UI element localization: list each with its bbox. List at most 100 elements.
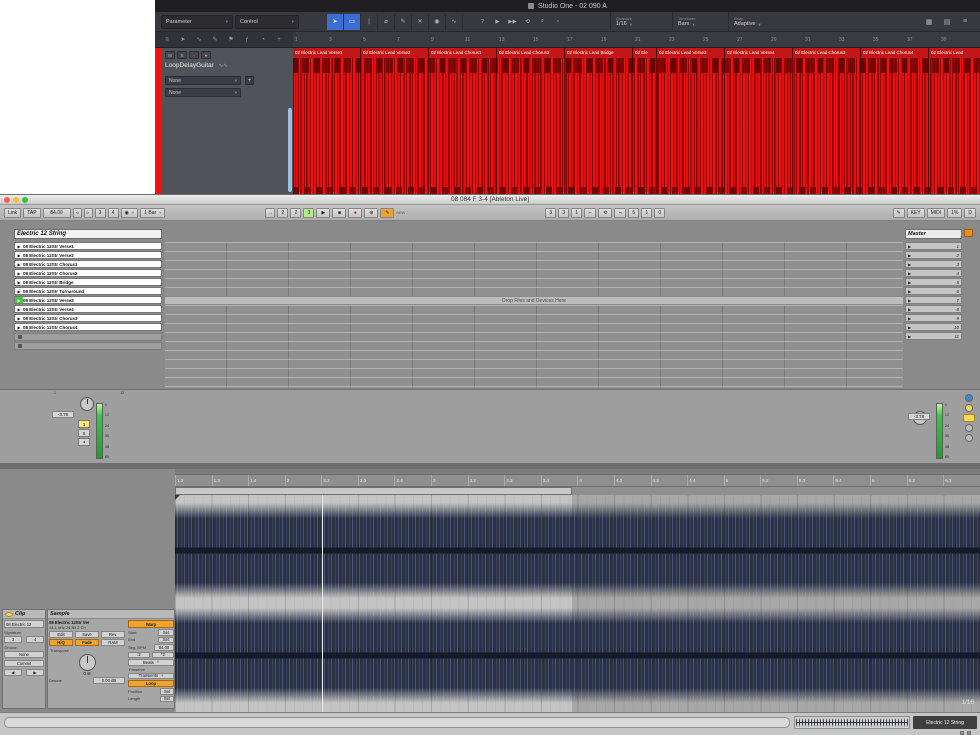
key-map-button[interactable]: KEY bbox=[907, 208, 925, 218]
add-insert-button[interactable]: + bbox=[245, 76, 254, 85]
stop-button[interactable]: ■ bbox=[332, 208, 346, 218]
crossfader-handle[interactable] bbox=[963, 414, 975, 422]
track-title[interactable]: Electric 12 String bbox=[14, 229, 162, 239]
arrangement-clip[interactable]: 02 Electric Lead Chorus3 bbox=[793, 48, 861, 195]
clip-launch-icon[interactable]: ▶ bbox=[15, 244, 23, 249]
arrangement-clip[interactable]: 02 Ele bbox=[633, 48, 657, 195]
tool-icon[interactable]: ➤ bbox=[327, 14, 344, 30]
nudge-down-icon[interactable]: ◃ bbox=[73, 208, 82, 218]
scene-launch-icon[interactable]: ▶ bbox=[908, 325, 911, 330]
record-button[interactable]: ● bbox=[348, 208, 362, 218]
arrangement-position-sixteenths[interactable]: 3 bbox=[303, 208, 314, 218]
clip-launch-icon[interactable]: ▶ bbox=[15, 325, 23, 330]
edit-strip-icon[interactable]: ◔ bbox=[255, 37, 271, 43]
track-name[interactable]: LoopDelayGuitar bbox=[165, 62, 214, 69]
edit-strip-icon[interactable]: ➤ bbox=[175, 36, 191, 43]
time-signature-numerator[interactable]: 3 bbox=[95, 208, 106, 218]
half-tempo-button[interactable]: :2 bbox=[128, 652, 150, 659]
length-set-button[interactable]: Set bbox=[160, 696, 174, 703]
arrangement-clip[interactable]: 02 Electric Lead bbox=[929, 48, 980, 195]
vertical-scrollbar[interactable] bbox=[288, 108, 292, 192]
transport-icon[interactable]: ▶▶ bbox=[505, 14, 520, 30]
clip-overview[interactable] bbox=[794, 716, 910, 729]
tool-icon[interactable]: ∣ bbox=[361, 14, 378, 30]
clip-slot[interactable]: ▶ 08 Electric 12Str Chorus1 bbox=[14, 260, 162, 268]
scene-launch-icon[interactable]: ▶ bbox=[908, 271, 911, 276]
nudge-left-icon[interactable]: ◀ bbox=[4, 669, 22, 676]
mute-button[interactable]: M bbox=[165, 51, 175, 59]
midi-map-button[interactable]: MIDI bbox=[927, 208, 946, 218]
scene-launch-icon[interactable]: ▶ bbox=[908, 334, 911, 339]
scene-slot[interactable]: ▶ 4 bbox=[905, 269, 962, 277]
commit-button[interactable]: Commit bbox=[4, 660, 44, 667]
scene-launch-icon[interactable]: ▶ bbox=[908, 298, 911, 303]
track-activator-button[interactable]: 1 bbox=[78, 420, 90, 428]
clip-launch-icon[interactable]: ▶ bbox=[15, 262, 23, 267]
scene-slot[interactable]: ▶ 6 bbox=[905, 287, 962, 295]
punch-out-icon[interactable]: ¬ bbox=[614, 208, 626, 218]
scene-slot[interactable]: ▶ 3 bbox=[905, 260, 962, 268]
clip-launch-icon[interactable]: ▶ bbox=[15, 297, 23, 303]
loop-switch-icon[interactable]: ⟲ bbox=[598, 208, 612, 218]
loop-length-bars[interactable]: 5 bbox=[628, 208, 639, 218]
view-toggle-icon[interactable]: ▦ bbox=[920, 14, 938, 30]
loop-brace[interactable] bbox=[175, 487, 572, 495]
scene-launch-icon[interactable]: ▶ bbox=[908, 307, 911, 312]
waveform-display[interactable]: 1/16 bbox=[175, 495, 980, 712]
snap-control[interactable]: Snap Adaptive▾ bbox=[728, 12, 792, 32]
transport-icon[interactable]: ? bbox=[475, 14, 490, 30]
preserve-chooser[interactable]: Transients▾ bbox=[128, 673, 174, 680]
tool-icon[interactable]: ◉ bbox=[429, 14, 446, 30]
monitor-icon[interactable]: ◦ bbox=[189, 51, 199, 59]
studio-one-titlebar[interactable]: Studio One - 02 090 A bbox=[155, 0, 980, 12]
timebase-control[interactable]: Timebase Bars▾ bbox=[672, 12, 728, 32]
edit-strip-icon[interactable]: ⚑ bbox=[223, 36, 239, 43]
scene-launch-icon[interactable]: ▶ bbox=[908, 253, 911, 258]
follow-button[interactable]: → bbox=[265, 208, 275, 218]
tool-icon[interactable]: ∿ bbox=[446, 14, 463, 30]
solo-button[interactable]: S bbox=[177, 51, 187, 59]
transpose-knob[interactable] bbox=[79, 654, 96, 671]
insert-slot-dropdown[interactable]: None ▾ bbox=[165, 76, 241, 85]
clip-slot[interactable]: ▶ 08 Electric 12Str Verse3 bbox=[14, 296, 162, 304]
clip-slot[interactable]: ▶ 08 Electric 12Str Verse4 bbox=[14, 305, 162, 313]
clip-gain-field[interactable]: 0.00 dB bbox=[93, 677, 125, 684]
scene-launch-icon[interactable]: ▶ bbox=[908, 316, 911, 321]
punch-in-icon[interactable]: ⌐ bbox=[584, 208, 596, 218]
edit-strip-icon[interactable]: ≡ bbox=[159, 37, 175, 43]
tap-tempo-button[interactable]: TAP bbox=[23, 208, 40, 218]
edit-strip-icon[interactable]: + bbox=[271, 37, 287, 43]
scene-launch-icon[interactable]: ▶ bbox=[908, 262, 911, 267]
clip-launch-icon[interactable]: ▶ bbox=[15, 280, 23, 285]
quantize-control[interactable]: Quantize 1/16▾ bbox=[610, 12, 672, 32]
fade-toggle[interactable]: Fade bbox=[75, 639, 99, 646]
nudge-right-icon[interactable]: ▶ bbox=[26, 669, 44, 676]
horizontal-zoom-scrollbar[interactable] bbox=[4, 717, 790, 728]
clip-slot[interactable]: ▶ 08 Electric 12Str Chorus4 bbox=[14, 323, 162, 331]
clip-launch-icon[interactable]: ▶ bbox=[15, 271, 23, 276]
tempo-field[interactable]: 84.00 bbox=[43, 208, 71, 218]
clip-launch-icon[interactable]: ▶ bbox=[15, 253, 23, 258]
arrangement-clip[interactable]: 02 Electric Lead Chorus1 bbox=[429, 48, 497, 195]
view-toggle-icon[interactable]: ▤ bbox=[938, 14, 956, 30]
arrangement-position-bars[interactable]: 2 bbox=[277, 208, 288, 218]
clip-slot[interactable]: ▶ 08 Electric 12Str Chorus2 bbox=[14, 269, 162, 277]
control-dropdown[interactable]: Control ▾ bbox=[235, 15, 299, 29]
clip-signature-numerator[interactable]: 3 bbox=[4, 636, 22, 643]
seg-bpm-field[interactable]: 84.00 bbox=[154, 644, 174, 651]
arrangement-clip[interactable]: 02 Electric Lead Verse2 bbox=[361, 48, 429, 195]
clip-launch-icon[interactable]: ▶ bbox=[15, 307, 23, 312]
arrangement-clip[interactable]: 02 Electric Lead Verse3 bbox=[657, 48, 725, 195]
clip-slot[interactable]: ▶ 08 Electric 12Str Turnaround bbox=[14, 287, 162, 295]
track-level-meter[interactable] bbox=[96, 403, 103, 459]
warp-mode-chooser[interactable]: Beats▾ bbox=[128, 659, 174, 666]
start-marker-icon[interactable] bbox=[175, 495, 180, 500]
warp-toggle[interactable]: Warp bbox=[128, 620, 174, 628]
transport-icon[interactable]: ⟲ bbox=[520, 14, 535, 30]
end-set-button[interactable]: Set bbox=[158, 637, 174, 644]
draw-mode-button[interactable]: ✎ bbox=[380, 208, 394, 218]
view-toggle-icon[interactable]: ≡ bbox=[956, 14, 974, 30]
master-level-meter[interactable] bbox=[936, 403, 943, 459]
nudge-up-icon[interactable]: ▹ bbox=[84, 208, 93, 218]
scene-slot[interactable]: ▶ 2 bbox=[905, 251, 962, 259]
